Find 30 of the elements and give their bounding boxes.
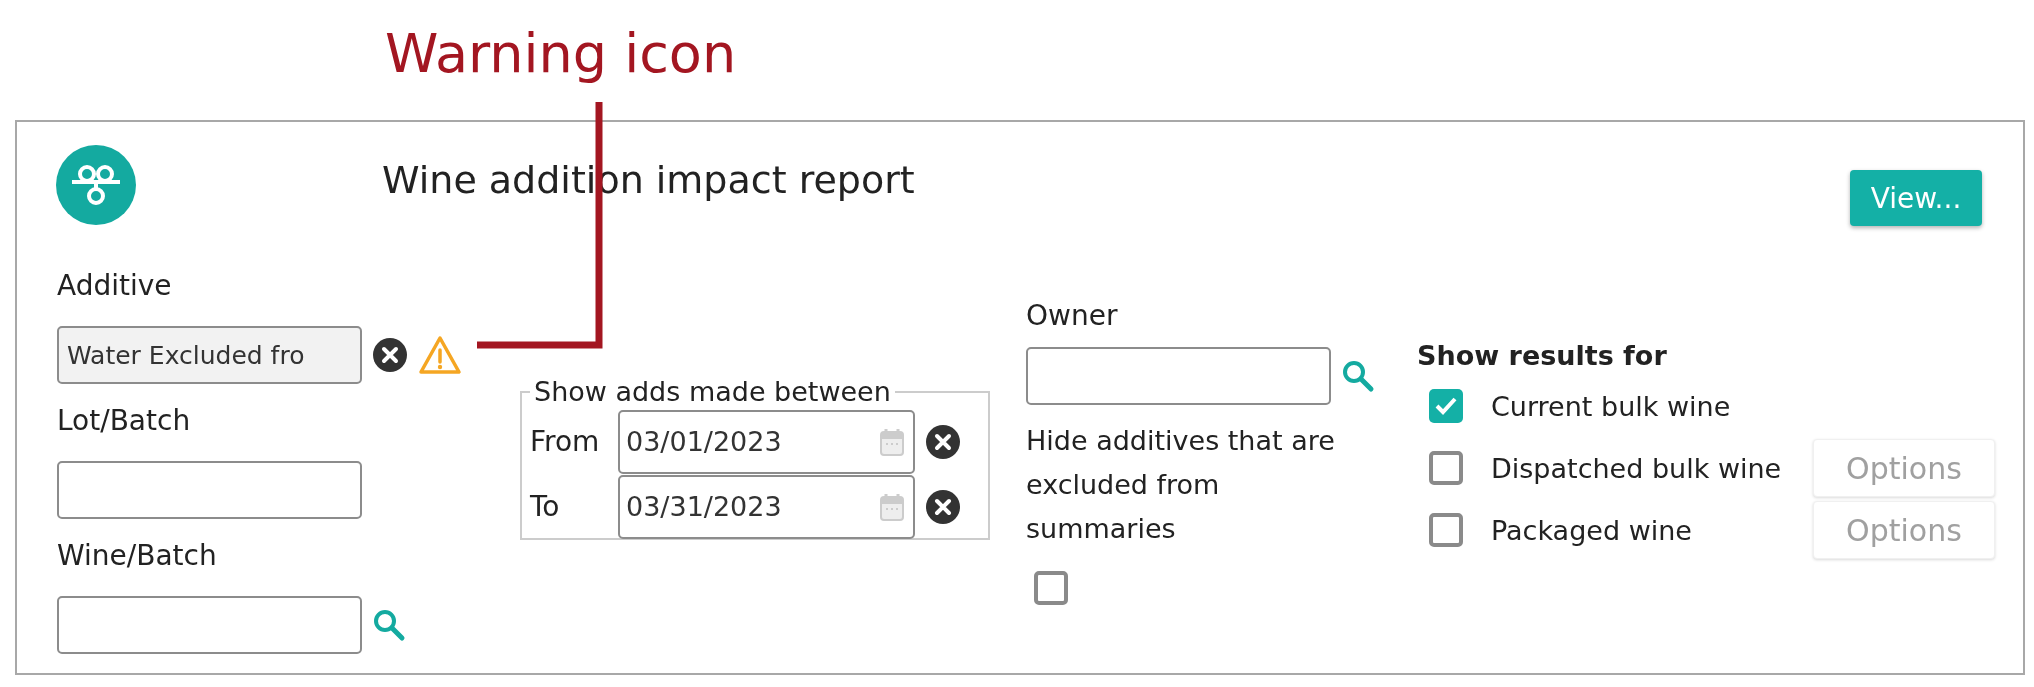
date-field[interactable]: 03/31/2023 — [618, 474, 915, 539]
field-label: Lot/Batch — [57, 403, 192, 439]
group-legend: Show adds made between — [530, 375, 895, 409]
logo-icon — [55, 144, 137, 226]
search-icon[interactable] — [372, 608, 406, 642]
date-field[interactable]: 03/01/2023 — [618, 409, 915, 474]
clear-icon[interactable] — [925, 423, 961, 460]
checkbox[interactable] — [1429, 389, 1463, 423]
checkbox-label: Packaged wine — [1491, 514, 1693, 546]
annotation-label: Warning icon — [385, 22, 737, 86]
checkbox[interactable] — [1429, 513, 1463, 547]
checkbox[interactable] — [1429, 451, 1463, 485]
checkbox-label: Dispatched bulk wine — [1491, 452, 1783, 484]
additive-field[interactable]: Water Excluded fro — [57, 326, 362, 384]
date-label: From — [530, 425, 601, 458]
checkbox-label: Current bulk wine — [1491, 390, 1732, 422]
wine-batch-field[interactable] — [57, 596, 362, 654]
field-label: Additive — [57, 268, 173, 304]
date-label: To — [530, 490, 561, 523]
warning-icon — [418, 335, 462, 375]
section-heading: Show results for — [1417, 339, 1668, 373]
field-label: Wine/Batch — [57, 538, 218, 574]
lot-batch-field[interactable] — [57, 461, 362, 519]
checkbox-label: Hide additives that are excluded from summaries — [1026, 424, 1336, 546]
clear-icon[interactable] — [372, 337, 408, 373]
field-label: Owner — [1026, 298, 1119, 334]
checkbox[interactable] — [1034, 571, 1068, 605]
search-icon[interactable] — [1341, 359, 1375, 393]
owner-field[interactable] — [1026, 347, 1331, 405]
clear-icon[interactable] — [925, 488, 961, 525]
